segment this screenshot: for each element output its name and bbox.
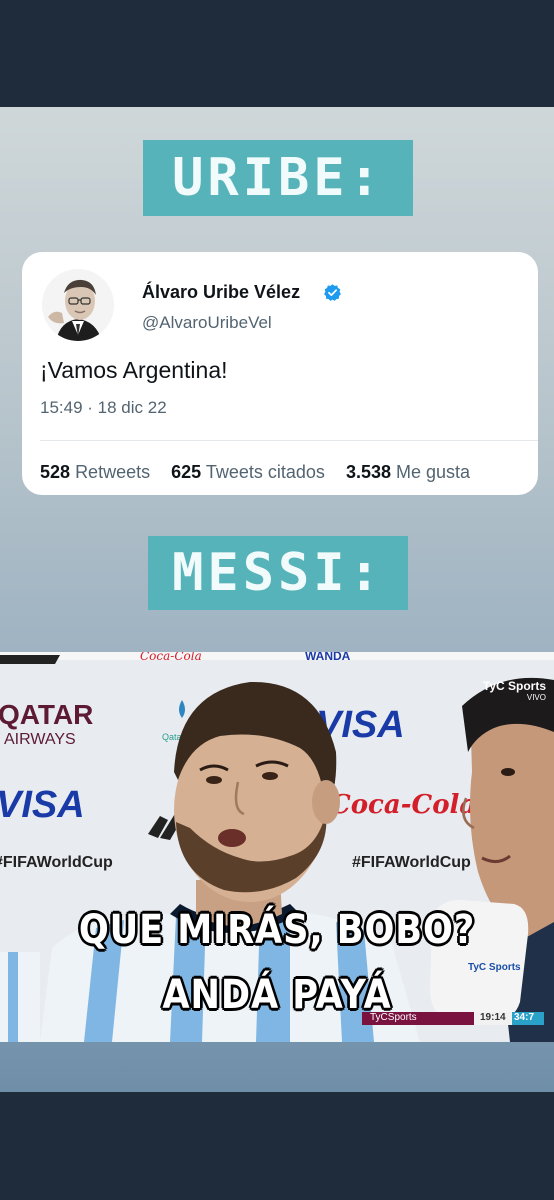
- tweet-timestamp[interactable]: 15:49 · 18 dic 22: [40, 398, 167, 418]
- avatar[interactable]: [42, 269, 114, 341]
- hashtag-right: #FIFAWorldCup: [352, 854, 471, 871]
- sponsor-airways: AIRWAYS: [4, 731, 76, 748]
- retweets-stat[interactable]: 528 Retweets: [40, 462, 150, 482]
- caption-line-1: QUE MIRÁS, BOBO?: [78, 907, 476, 953]
- label-messi: MESSI:: [148, 536, 408, 610]
- bottom-bar: [0, 1092, 554, 1200]
- quote-tweets-stat[interactable]: 625 Tweets citados: [171, 462, 325, 482]
- sponsor-visa-left: VISA: [0, 784, 85, 826]
- hashtag-left: #FIFAWorldCup: [0, 854, 113, 871]
- handle[interactable]: @AlvaroUribeVel: [142, 313, 272, 333]
- tweet-stats: 528 Retweets 625 Tweets citados 3.538 Me…: [40, 462, 538, 483]
- verified-badge-icon: [324, 284, 341, 301]
- divider: [40, 440, 538, 441]
- meme-card: URIBE: Álvaro Uribe Vélez @AlvaroUribeVe…: [0, 107, 554, 1092]
- interview-photo: QATAR AIRWAYS VISA #FIFAWorldCup VISA Co…: [0, 652, 554, 1042]
- tweet-text: ¡Vamos Argentina!: [40, 357, 228, 383]
- top-bar: [0, 0, 554, 107]
- caption-line-2: ANDÁ PAYÁ: [162, 972, 392, 1018]
- sponsor-wanda: WANDA: [305, 652, 351, 663]
- author-name[interactable]: Álvaro Uribe Vélez: [142, 282, 300, 303]
- likes-stat[interactable]: 3.538 Me gusta: [346, 462, 470, 482]
- label-uribe: URIBE:: [143, 140, 413, 216]
- tweet-card[interactable]: Álvaro Uribe Vélez @AlvaroUribeVel ¡Vamo…: [22, 252, 538, 495]
- broadcaster-logo: TyC Sports VIVO: [482, 679, 546, 702]
- sponsor-coca-cola: Coca-Cola: [330, 790, 476, 820]
- sponsor-qatar: QATAR: [0, 699, 93, 730]
- svg-text:Coca-Cola: Coca-Cola: [140, 652, 202, 663]
